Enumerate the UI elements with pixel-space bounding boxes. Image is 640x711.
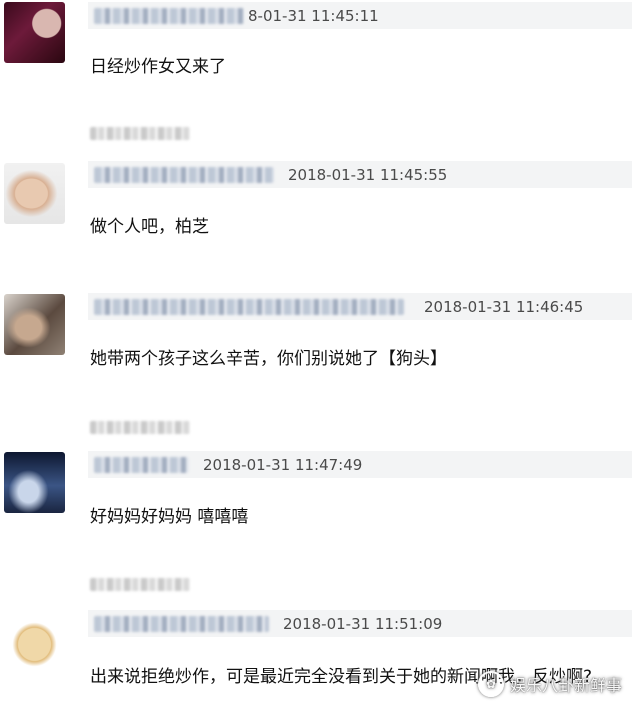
user-avatar[interactable] [4,2,65,63]
comment-meta-bar: 2018-01-31 11:47:49 [88,451,632,478]
user-avatar[interactable] [4,617,65,678]
user-avatar[interactable] [4,452,65,513]
chat-bubble-icon: ✿ [477,671,504,697]
username-blurred[interactable] [94,615,269,632]
comment-text: 日经炒作女又来了 [90,57,226,77]
username-blurred[interactable] [94,7,244,24]
comment-meta-bar: 2018-01-31 11:51:09 [88,610,632,637]
username-blurred[interactable] [94,456,189,473]
comment-timestamp: 8-01-31 11:45:11 [248,6,379,25]
reply-line-blurred [90,421,190,434]
comment-text: 好妈妈好妈妈 嘻嘻嘻 [90,507,249,527]
comment-timestamp: 2018-01-31 11:45:55 [288,165,448,184]
user-avatar[interactable] [4,163,65,224]
comment-timestamp: 2018-01-31 11:46:45 [424,297,584,316]
username-blurred[interactable] [94,166,274,183]
reply-line-blurred [90,578,190,591]
watermark-text: 娱乐八卦新鲜事 [509,676,622,695]
comment-meta-bar: 2018-01-31 11:45:55 [88,161,632,188]
comment-text: 做个人吧，柏芝 [90,217,209,237]
user-avatar[interactable] [4,294,65,355]
comment-text: 她带两个孩子这么辛苦，你们别说她了【狗头】 [90,349,447,369]
comment-meta-bar: 8-01-31 11:45:11 [88,2,632,29]
comment-timestamp: 2018-01-31 11:47:49 [203,455,363,474]
comment-timestamp: 2018-01-31 11:51:09 [283,614,443,633]
reply-line-blurred [90,127,190,140]
source-watermark: ✿ 娱乐八卦新鲜事 [477,671,622,697]
username-blurred[interactable] [94,298,404,315]
comment-meta-bar: 2018-01-31 11:46:45 [88,293,632,320]
